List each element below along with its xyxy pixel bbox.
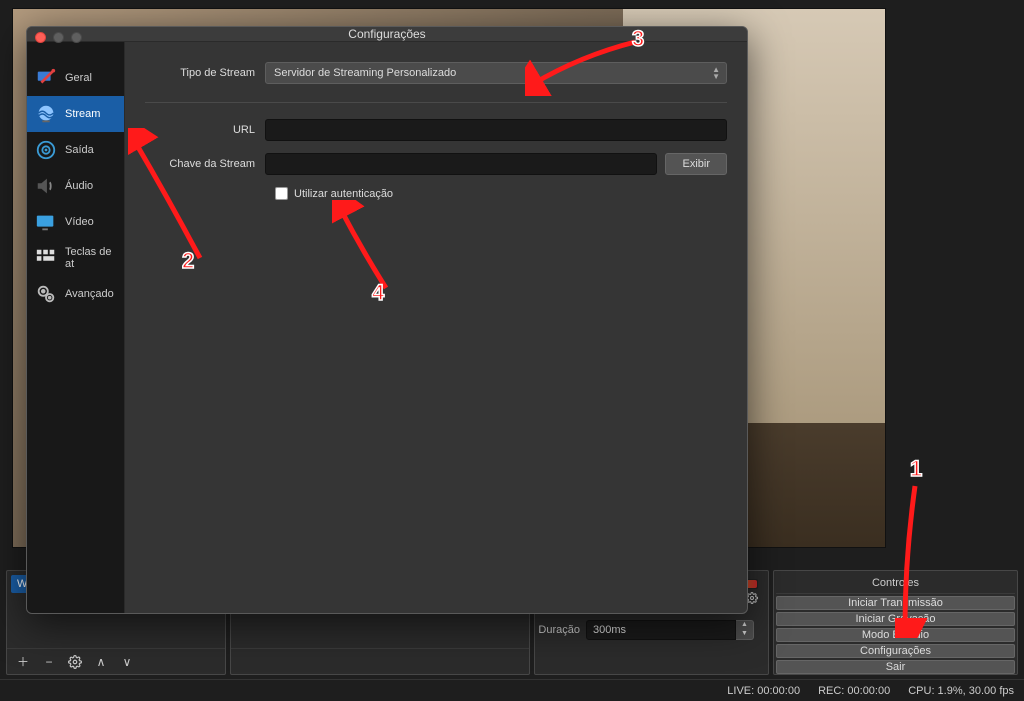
output-icon — [35, 139, 57, 161]
video-icon — [35, 211, 57, 233]
modal-titlebar[interactable]: Configurações — [27, 27, 747, 42]
separator — [145, 102, 727, 103]
sidebar-label: Avançado — [65, 288, 114, 300]
stream-type-dropdown[interactable]: Servidor de Streaming Personalizado ▲▼ — [265, 62, 727, 84]
dropdown-arrows-icon: ▲▼ — [712, 66, 720, 80]
sources-toolbar — [231, 648, 529, 674]
auth-checkbox[interactable] — [275, 187, 288, 200]
duration-input[interactable] — [586, 620, 736, 640]
annotation-number-1: 1 — [910, 456, 922, 482]
sidebar-label: Saída — [65, 144, 94, 156]
dock-controls: Controles Iniciar Transmissão Iniciar Gr… — [773, 570, 1018, 675]
move-down-icon[interactable]: ∨ — [117, 652, 137, 672]
stream-type-label: Tipo de Stream — [145, 67, 265, 79]
sidebar-label: Teclas de at — [65, 246, 116, 270]
url-label: URL — [145, 124, 265, 136]
stream-key-label: Chave da Stream — [145, 158, 265, 170]
scenes-toolbar: ＋ − ∧ ∨ — [7, 648, 225, 674]
move-up-icon[interactable]: ∧ — [91, 652, 111, 672]
sidebar-item-avancado[interactable]: Avançado — [27, 276, 124, 312]
sidebar-item-video[interactable]: Vídeo — [27, 204, 124, 240]
sidebar-item-geral[interactable]: Geral — [27, 60, 124, 96]
add-icon[interactable]: ＋ — [13, 652, 33, 672]
hotkeys-icon — [35, 247, 57, 269]
maximize-icon[interactable] — [71, 32, 82, 43]
status-bar: LIVE: 00:00:00 REC: 00:00:00 CPU: 1.9%, … — [0, 679, 1024, 701]
exit-button[interactable]: Sair — [776, 660, 1015, 674]
sidebar-item-audio[interactable]: Áudio — [27, 168, 124, 204]
status-live: LIVE: 00:00:00 — [727, 685, 800, 697]
show-key-button[interactable]: Exibir — [665, 153, 727, 175]
duration-label: Duração — [538, 624, 580, 636]
sidebar-item-hotkeys[interactable]: Teclas de at — [27, 240, 124, 276]
status-rec: REC: 00:00:00 — [818, 685, 890, 697]
settings-modal: Configurações Geral Stream — [26, 26, 748, 614]
controls-title: Controles — [776, 573, 1015, 594]
stream-icon — [35, 103, 57, 125]
sidebar-label: Áudio — [65, 180, 93, 192]
stream-key-input[interactable] — [265, 153, 657, 175]
minimize-icon[interactable] — [53, 32, 64, 43]
sidebar-label: Vídeo — [65, 216, 94, 228]
url-input[interactable] — [265, 119, 727, 141]
sidebar-item-stream[interactable]: Stream — [27, 96, 124, 132]
settings-button[interactable]: Configurações — [776, 644, 1015, 658]
sidebar-label: Stream — [65, 108, 100, 120]
transition-row: Duração ▲▼ — [530, 616, 762, 644]
spin-up-icon[interactable]: ▲ — [736, 621, 753, 630]
settings-sidebar: Geral Stream Saída — [27, 42, 125, 614]
advanced-icon — [35, 283, 57, 305]
duration-spinner[interactable]: ▲▼ — [586, 620, 754, 640]
auth-checkbox-label: Utilizar autenticação — [294, 188, 393, 200]
settings-content: Tipo de Stream Servidor de Streaming Per… — [125, 42, 747, 614]
gear-icon[interactable] — [65, 652, 85, 672]
general-icon — [35, 67, 57, 89]
spin-down-icon[interactable]: ▼ — [736, 630, 753, 639]
sidebar-label: Geral — [65, 72, 92, 84]
close-icon[interactable] — [35, 32, 46, 43]
sidebar-item-saida[interactable]: Saída — [27, 132, 124, 168]
dropdown-value: Servidor de Streaming Personalizado — [274, 67, 456, 79]
remove-icon[interactable]: − — [39, 652, 59, 672]
studio-mode-button[interactable]: Modo Estúdio — [776, 628, 1015, 642]
start-stream-button[interactable]: Iniciar Transmissão — [776, 596, 1015, 610]
status-cpu: CPU: 1.9%, 30.00 fps — [908, 685, 1014, 697]
modal-title: Configurações — [348, 27, 425, 41]
audio-icon — [35, 175, 57, 197]
start-record-button[interactable]: Iniciar Gravação — [776, 612, 1015, 626]
